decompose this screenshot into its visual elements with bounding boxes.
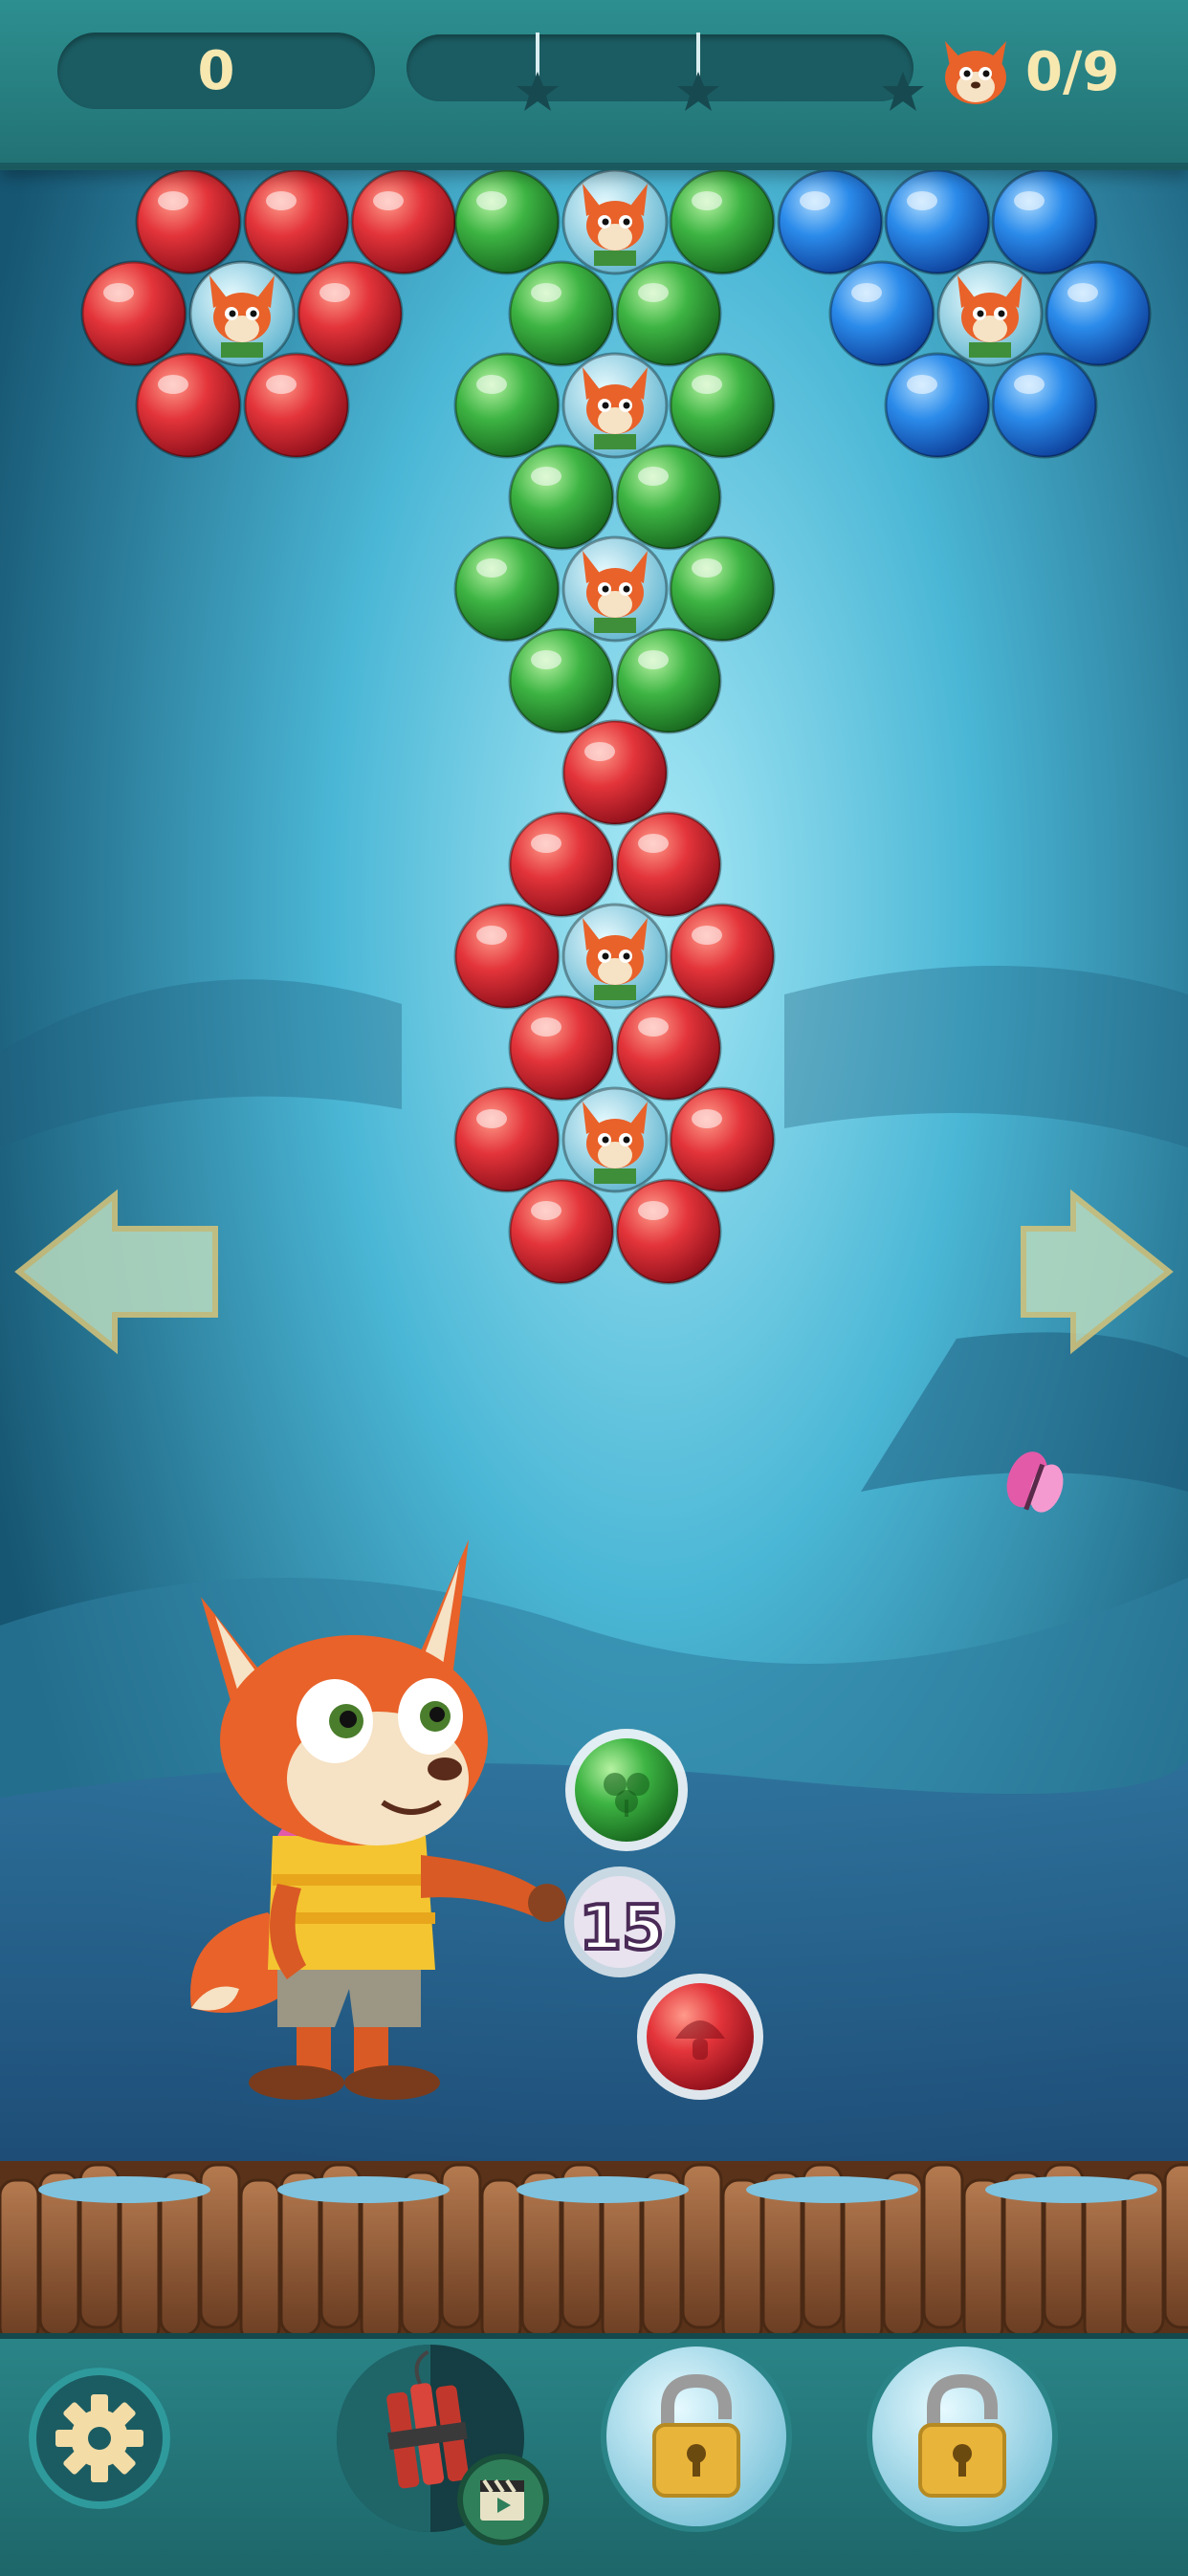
water-puddle <box>38 2176 210 2203</box>
blue-bubble <box>884 352 991 459</box>
fox-face-icon <box>945 41 1006 104</box>
wooden-log <box>1163 2163 1188 2329</box>
wooden-log <box>601 2178 643 2345</box>
star-icon <box>517 72 559 111</box>
star-progress-bar <box>407 33 924 111</box>
wooden-log <box>842 2178 884 2345</box>
green-bubble <box>508 260 615 367</box>
water-puddle <box>277 2176 450 2203</box>
locked-booster-button[interactable] <box>872 2347 1052 2526</box>
red-bubble <box>561 719 669 826</box>
green-bubble <box>453 352 561 459</box>
red-bubble <box>243 168 350 275</box>
gear-icon <box>55 2394 143 2482</box>
red-bubble <box>508 994 615 1102</box>
wooden-log <box>721 2178 763 2345</box>
green-bubble <box>615 627 722 734</box>
red-bubble <box>80 260 187 367</box>
game-scene[interactable] <box>0 0 1188 2570</box>
green-bubble <box>669 352 776 459</box>
red-bubble <box>615 994 722 1102</box>
score-display: 0 <box>57 33 375 109</box>
wooden-log <box>681 2163 723 2329</box>
rescued-count: 0/9 <box>1025 40 1120 103</box>
padlock-icon <box>918 2373 1006 2498</box>
wooden-log <box>0 2178 40 2345</box>
green-bubble <box>453 535 561 643</box>
red-bubble <box>453 1086 561 1193</box>
water-puddle <box>746 2176 918 2203</box>
red-bubble <box>297 260 404 367</box>
settings-button[interactable] <box>29 2368 170 2509</box>
green-bubble <box>615 260 722 367</box>
green-bubble <box>453 168 561 275</box>
water-puddle <box>985 2176 1157 2203</box>
star-icon <box>677 72 719 111</box>
red-bubble <box>135 168 242 275</box>
blue-bubble <box>991 168 1098 275</box>
trapped-fox-bubble <box>561 1086 669 1193</box>
red-bubble <box>508 1178 615 1285</box>
current-bubble <box>565 1729 688 1851</box>
wooden-log <box>962 2178 1004 2345</box>
top-hud: 0 0/9 <box>0 0 1188 170</box>
trapped-fox-bubble <box>561 352 669 459</box>
red-bubble <box>508 811 615 918</box>
green-bubble <box>508 444 615 551</box>
trapped-fox-bubble <box>561 903 669 1010</box>
red-bubble <box>135 352 242 459</box>
shots-remaining: 15 <box>577 1891 666 1966</box>
fox-rescue-counter: 0/9 <box>937 29 1167 115</box>
green-bubble <box>615 444 722 551</box>
blue-bubble <box>884 168 991 275</box>
padlock-icon <box>652 2373 740 2498</box>
score-value: 0 <box>197 39 235 102</box>
next-bubble <box>637 1974 763 2100</box>
wooden-log <box>480 2178 522 2345</box>
trapped-fox-bubble <box>561 535 669 643</box>
star-icon <box>882 72 924 111</box>
log-platform <box>0 2161 1188 2345</box>
bottom-toolbar <box>0 2333 1188 2576</box>
locked-booster-button[interactable] <box>606 2347 786 2526</box>
clapperboard-icon <box>480 2478 524 2521</box>
green-bubble <box>669 535 776 643</box>
red-bubble <box>243 352 350 459</box>
trapped-fox-bubble <box>561 168 669 275</box>
red-bubble <box>615 1178 722 1285</box>
green-bubble <box>508 627 615 734</box>
trapped-fox-bubble <box>936 260 1044 367</box>
green-bubble <box>669 168 776 275</box>
blue-bubble <box>1045 260 1152 367</box>
wooden-log <box>239 2178 281 2345</box>
red-bubble <box>350 168 457 275</box>
red-bubble <box>669 903 776 1010</box>
wooden-log <box>922 2163 964 2329</box>
water-puddle <box>517 2176 689 2203</box>
video-ad-badge[interactable] <box>457 2454 549 2545</box>
blue-bubble <box>777 168 884 275</box>
wooden-log <box>1083 2178 1125 2345</box>
red-bubble <box>615 811 722 918</box>
red-bubble <box>453 903 561 1010</box>
blue-bubble <box>991 352 1098 459</box>
red-bubble <box>669 1086 776 1193</box>
wooden-log <box>119 2178 161 2345</box>
wooden-log <box>360 2178 402 2345</box>
trapped-fox-bubble <box>188 260 296 367</box>
blue-bubble <box>828 260 935 367</box>
